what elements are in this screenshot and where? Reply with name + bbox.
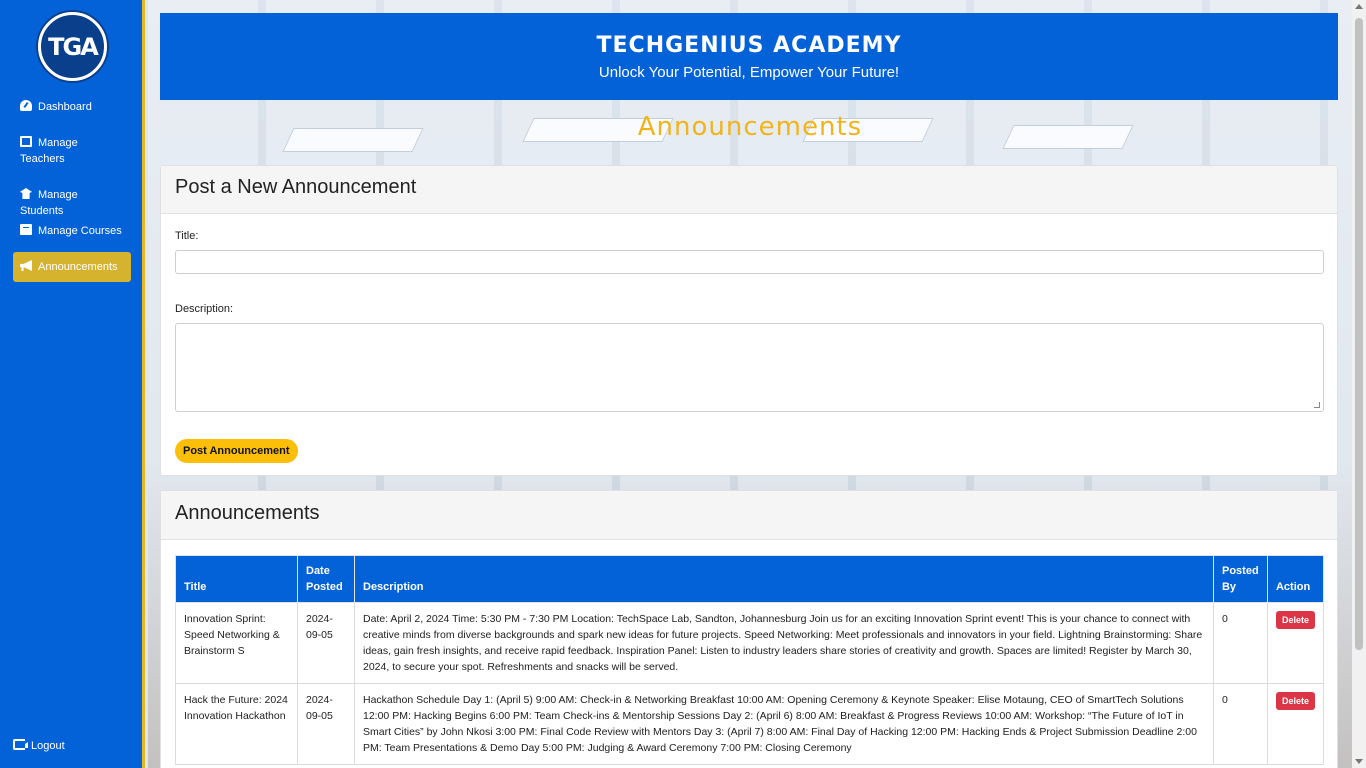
bullhorn-icon — [20, 260, 32, 271]
sidebar-item-label: Dashboard — [38, 101, 92, 113]
description-label: Description: — [175, 303, 234, 315]
logout-label: Logout — [31, 740, 65, 752]
sidebar-item-manage-courses[interactable]: Manage Courses — [13, 223, 131, 239]
resize-handle-icon[interactable] — [1314, 402, 1320, 408]
announcements-header: Announcements — [161, 491, 1337, 540]
page-scrollbar[interactable] — [1352, 0, 1366, 768]
post-announcement-header: Post a New Announcement — [161, 166, 1337, 214]
delete-button[interactable]: Delete — [1275, 611, 1315, 629]
cell-posted-by: 0 — [1212, 683, 1268, 765]
column-header-posted-by: Posted By — [1212, 555, 1268, 603]
dashboard-icon — [20, 100, 32, 111]
cell-description: Hackathon Schedule Day 1: (April 5) 9:00… — [354, 683, 1214, 765]
cell-date: 2024-09-05 — [297, 602, 355, 684]
cell-description: Date: April 2, 2024 Time: 5:30 PM - 7:30… — [354, 602, 1214, 684]
sidebar-item-dashboard[interactable]: Dashboard — [13, 99, 131, 115]
logout-link[interactable]: Logout — [6, 738, 124, 754]
cell-title: Hack the Future: 2024 Innovation Hackath… — [175, 683, 298, 765]
sidebar-item-label: Announcements — [38, 261, 118, 273]
sidebar: TGA Dashboard Manage Teachers Manage Stu… — [0, 0, 145, 768]
post-announcement-card: Post a New Announcement Title: Descripti… — [160, 165, 1338, 476]
tga-logo[interactable]: TGA — [38, 12, 107, 81]
column-header-date-posted: Date Posted — [297, 555, 355, 603]
cell-date: 2024-09-05 — [297, 683, 355, 765]
page-title: Announcements — [637, 112, 863, 142]
table-header-row: Title Date Posted Description Posted By … — [175, 555, 1325, 603]
book-icon — [20, 224, 32, 235]
column-header-description: Description — [354, 555, 1214, 603]
table-row: Hack the Future: 2024 Innovation Hackath… — [175, 683, 1325, 765]
main-content: TECHGENIUS ACADEMY Unlock Your Potential… — [148, 0, 1352, 768]
delete-button[interactable]: Delete — [1275, 692, 1315, 710]
scroll-down-arrow-icon[interactable] — [1355, 759, 1363, 764]
announcements-card: Announcements Title Date Posted Descript… — [160, 490, 1338, 768]
description-textarea[interactable] — [175, 323, 1324, 412]
logo-text: TGA — [48, 32, 99, 61]
table-row: Innovation Sprint: Speed Networking & Br… — [175, 602, 1325, 684]
sidebar-item-manage-students[interactable]: Manage Students — [13, 187, 131, 219]
cell-action: Delete — [1266, 602, 1325, 684]
logout-icon — [13, 739, 28, 750]
column-header-title: Title — [175, 555, 298, 603]
sidebar-item-manage-teachers[interactable]: Manage Teachers — [13, 135, 123, 167]
sidebar-item-announcements[interactable]: Announcements — [13, 252, 131, 282]
cell-action: Delete — [1266, 683, 1325, 765]
scroll-thumb[interactable] — [1355, 18, 1363, 650]
site-banner: TECHGENIUS ACADEMY Unlock Your Potential… — [160, 13, 1338, 100]
announcements-table: Title Date Posted Description Posted By … — [175, 555, 1325, 765]
site-tagline: Unlock Your Potential, Empower Your Futu… — [598, 64, 900, 81]
column-header-action: Action — [1266, 555, 1325, 603]
sidebar-item-label: Manage Courses — [38, 225, 122, 237]
user-graduate-icon — [20, 188, 32, 199]
scroll-up-arrow-icon[interactable] — [1355, 4, 1363, 9]
site-title: TECHGENIUS ACADEMY — [596, 33, 902, 58]
cell-title: Innovation Sprint: Speed Networking & Br… — [175, 602, 298, 684]
cell-posted-by: 0 — [1212, 602, 1268, 684]
post-announcement-button[interactable]: Post Announcement — [175, 439, 298, 463]
chalkboard-teacher-icon — [20, 136, 32, 147]
title-input[interactable] — [175, 250, 1324, 274]
title-label: Title: — [175, 230, 199, 242]
